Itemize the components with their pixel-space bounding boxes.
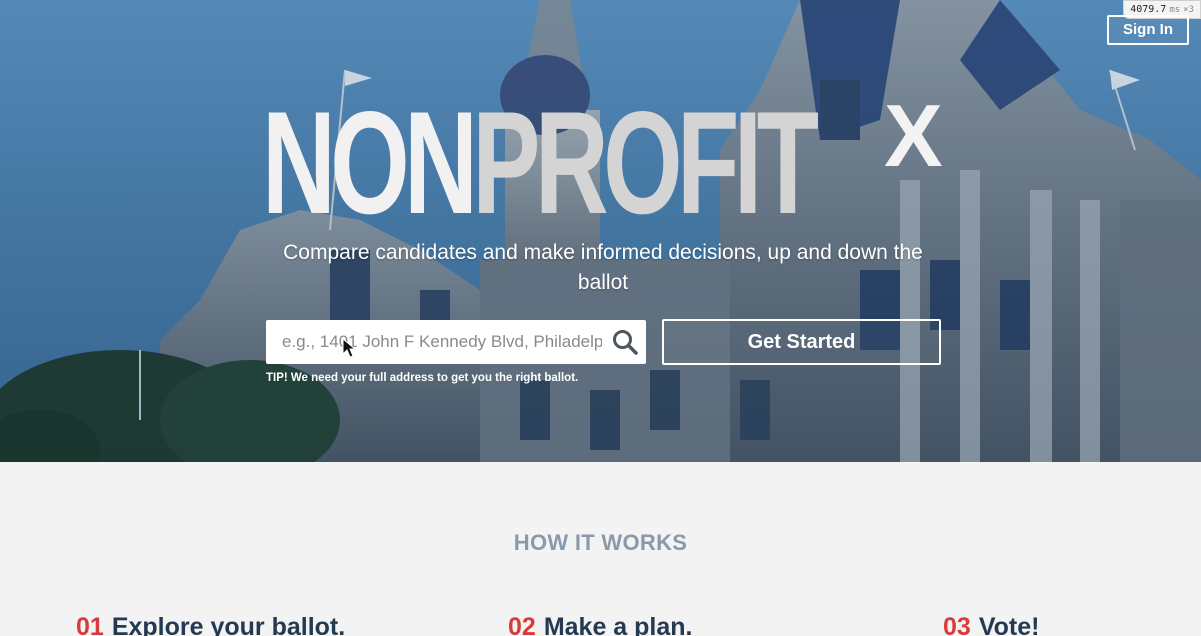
perf-unit: ms: [1169, 5, 1181, 15]
step-number: 02: [508, 613, 536, 636]
perf-multiplier: ×3: [1183, 5, 1194, 15]
how-it-works-heading: HOW IT WORKS: [513, 530, 688, 555]
get-started-button[interactable]: Get Started: [662, 319, 941, 365]
hero-section: 4079.7 ms ×3 Sign In NONPROFIT X Compare c…: [0, 0, 1201, 462]
step-explore-ballot: 01 Explore your ballot.: [76, 612, 345, 636]
sign-in-button[interactable]: Sign In: [1107, 15, 1189, 45]
logo-part-profit: PROFIT: [472, 81, 819, 244]
step-label: Vote!: [978, 613, 1040, 636]
nonprofitx-logo: NONPROFIT X: [262, 90, 962, 236]
step-label: Explore your ballot.: [111, 613, 346, 636]
step-number: 01: [76, 613, 104, 636]
step-vote: 03 Vote!: [943, 612, 1039, 636]
search-icon[interactable]: [612, 329, 638, 355]
step-label: Make a plan.: [543, 613, 693, 636]
logo-part-non: NON: [262, 81, 478, 244]
how-it-works-section: HOW IT WORKS 01 Explore your ballot. 02 Ma…: [0, 462, 1201, 636]
mouse-cursor-icon: [342, 338, 356, 358]
page: 4079.7 ms ×3 Sign In NONPROFIT X Compare c…: [0, 0, 1201, 636]
address-tip-text: TIP! We need your full address to get yo…: [266, 372, 579, 384]
logo-superscript-x: X: [884, 86, 943, 185]
address-search-input[interactable]: [266, 320, 602, 364]
step-make-plan: 02 Make a plan.: [508, 612, 692, 636]
perf-value: 4079.7: [1130, 4, 1167, 15]
step-number: 03: [943, 613, 971, 636]
address-search-box: [266, 320, 646, 364]
logo-wordmark: NONPROFIT: [262, 90, 819, 236]
hero-tagline: Compare candidates and make informed dec…: [283, 241, 923, 294]
